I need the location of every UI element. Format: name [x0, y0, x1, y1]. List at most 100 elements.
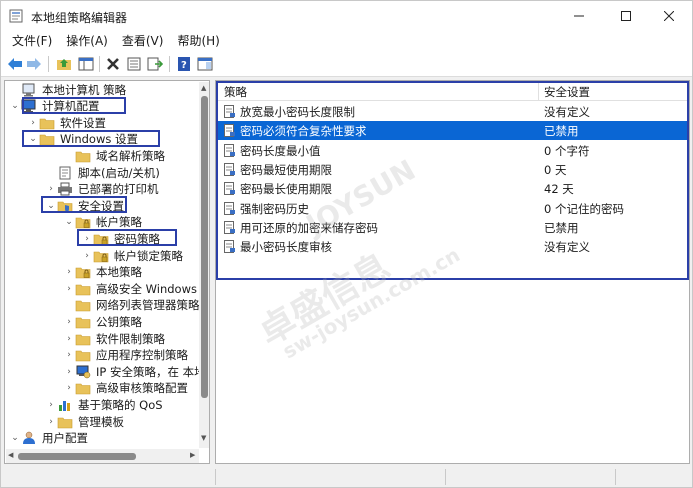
show-action-pane-button[interactable]	[196, 55, 214, 73]
folder-lock-icon	[75, 215, 91, 229]
maximize-button[interactable]	[603, 1, 649, 31]
forward-button[interactable]	[25, 55, 43, 73]
policy-name: 最小密码长度审核	[240, 240, 332, 255]
tree-item[interactable]: › IP 安全策略，在 本地	[63, 363, 208, 380]
tree-horizontal-scroll-thumb[interactable]	[18, 453, 136, 460]
minimize-button[interactable]	[556, 1, 602, 31]
policy-setting-icon	[224, 182, 236, 196]
tree-item[interactable]: ⌄ 用户配置	[9, 430, 90, 447]
tree-item[interactable]: › 本地策略	[63, 264, 144, 281]
up-level-button[interactable]	[55, 55, 73, 73]
help-book-icon: ?	[178, 57, 190, 71]
collapse-chevron-right-icon[interactable]: ›	[63, 350, 75, 360]
policy-row[interactable]: 最小密码长度审核 没有定义	[216, 237, 689, 256]
column-header-security-setting[interactable]: 安全设置	[544, 84, 590, 100]
policy-row[interactable]: 密码必须符合复杂性要求 已禁用	[216, 121, 689, 141]
properties-button[interactable]	[125, 55, 143, 73]
tree-item[interactable]: › 应用程序控制策略	[63, 347, 190, 364]
gpedit-app-icon	[9, 9, 23, 23]
tree-item[interactable]: 本地计算机 策略	[9, 81, 128, 98]
policy-value: 0 个字符	[544, 143, 590, 158]
policy-value: 没有定义	[544, 240, 590, 255]
collapse-chevron-right-icon[interactable]: ›	[27, 118, 39, 128]
collapse-chevron-right-icon[interactable]: ›	[63, 317, 75, 327]
tree-item[interactable]: 域名解析策略	[63, 147, 167, 164]
maximize-icon	[621, 11, 631, 21]
policy-row[interactable]: 密码最长使用期限 42 天	[216, 179, 689, 198]
menu-help[interactable]: 帮助(H)	[170, 31, 226, 51]
expand-chevron-down-icon[interactable]: ⌄	[9, 433, 21, 443]
tree-item[interactable]: › 帐户锁定策略	[81, 247, 185, 264]
collapse-chevron-right-icon[interactable]: ›	[63, 284, 75, 294]
tree-item-label: 高级安全 Windows D	[96, 281, 210, 296]
collapse-chevron-right-icon[interactable]: ›	[63, 383, 75, 393]
menu-bar: 文件(F) 操作(A) 查看(V) 帮助(H)	[1, 31, 692, 51]
tree-item[interactable]: › 高级安全 Windows D	[63, 280, 210, 297]
action-pane-icon	[197, 57, 213, 71]
tree-item-label: 软件设置	[60, 115, 106, 130]
scroll-down-icon[interactable]: ▼	[201, 434, 206, 442]
column-header-policy[interactable]: 策略	[224, 84, 247, 100]
policy-setting-icon	[224, 124, 236, 138]
policy-name: 密码必须符合复杂性要求	[240, 124, 367, 139]
tree-item[interactable]: › 软件限制策略	[63, 330, 167, 347]
svg-text:?: ?	[181, 60, 187, 71]
collapse-chevron-right-icon[interactable]: ›	[63, 334, 75, 344]
policy-value: 0 个记住的密码	[544, 201, 624, 216]
tree-item[interactable]: 脚本(启动/关机)	[45, 164, 162, 181]
scroll-up-icon[interactable]: ▲	[201, 84, 206, 92]
toolbar-separator	[48, 56, 49, 72]
menu-file[interactable]: 文件(F)	[5, 31, 59, 51]
tree-item[interactable]: › 基于策略的 QoS	[45, 396, 165, 413]
scroll-right-icon[interactable]: ▶	[190, 451, 195, 459]
forward-arrow-icon	[27, 58, 41, 70]
collapse-chevron-right-icon[interactable]: ›	[45, 417, 57, 427]
column-divider[interactable]	[538, 81, 539, 101]
delete-button[interactable]	[104, 55, 122, 73]
tree-item-label: 域名解析策略	[96, 148, 165, 163]
collapse-chevron-right-icon[interactable]: ›	[63, 267, 75, 277]
tree-item[interactable]: 网络列表管理器策略	[63, 297, 202, 314]
expand-chevron-down-icon[interactable]: ⌄	[9, 101, 21, 111]
script-icon	[57, 166, 73, 180]
export-list-icon	[147, 57, 163, 71]
show-hide-tree-button[interactable]	[77, 55, 95, 73]
tree-item[interactable]: › 高级审核策略配置	[63, 380, 190, 397]
scroll-left-icon[interactable]: ◀	[8, 451, 13, 459]
policy-row[interactable]: 强制密码历史 0 个记住的密码	[216, 199, 689, 218]
export-list-button[interactable]	[146, 55, 164, 73]
tree-item-label: 脚本(启动/关机)	[78, 165, 160, 180]
policy-name: 放宽最小密码长度限制	[240, 105, 355, 119]
collapse-chevron-right-icon[interactable]: ›	[81, 251, 93, 261]
menu-view[interactable]: 查看(V)	[115, 31, 171, 51]
highlight-box-windows-settings	[22, 130, 160, 147]
help-button[interactable]: ?	[175, 55, 193, 73]
console-tree[interactable]: 本地计算机 策略 ⌄ 计算机配置 › 软件设置 ⌄ Windows 设置 域名解析策略 脚本(启…	[4, 80, 210, 464]
tree-item-label: 帐户策略	[96, 215, 142, 230]
close-button[interactable]	[646, 1, 692, 31]
policy-list-pane[interactable]: 策略 安全设置 放宽最小密码长度限制 没有定义 密码必须符合复杂性要求 已禁用 密码长度…	[215, 80, 690, 464]
tree-vertical-scroll-thumb[interactable]	[201, 96, 208, 398]
tree-item[interactable]: › 公钥策略	[63, 313, 144, 330]
tree-horizontal-scrollbar[interactable]: ◀ ▶	[6, 449, 199, 463]
collapse-chevron-right-icon[interactable]: ›	[63, 367, 75, 377]
status-divider	[445, 469, 446, 485]
collapse-chevron-right-icon[interactable]: ›	[45, 400, 57, 410]
folder-icon	[75, 282, 91, 296]
tree-item-label: 高级审核策略配置	[96, 381, 188, 396]
tree-vertical-scrollbar[interactable]: ▲ ▼	[199, 82, 209, 448]
tree-item[interactable]: › 管理模板	[45, 413, 126, 430]
collapse-chevron-right-icon[interactable]: ›	[45, 184, 57, 194]
expand-chevron-down-icon[interactable]: ⌄	[63, 217, 75, 227]
qos-chart-icon	[57, 398, 73, 412]
tree-item[interactable]: › 软件设置	[27, 114, 108, 131]
policy-value: 没有定义	[544, 105, 590, 119]
policy-row[interactable]: 密码最短使用期限 0 天	[216, 160, 689, 179]
policy-row[interactable]: 用可还原的加密来储存密码 已禁用	[216, 218, 689, 237]
folder-up-icon	[57, 59, 71, 70]
window-title: 本地组策略编辑器	[31, 11, 128, 25]
policy-row[interactable]: 密码长度最小值 0 个字符	[216, 141, 689, 160]
menu-action[interactable]: 操作(A)	[59, 31, 115, 51]
back-button[interactable]	[6, 55, 24, 73]
policy-row[interactable]: 放宽最小密码长度限制 没有定义	[216, 102, 689, 121]
